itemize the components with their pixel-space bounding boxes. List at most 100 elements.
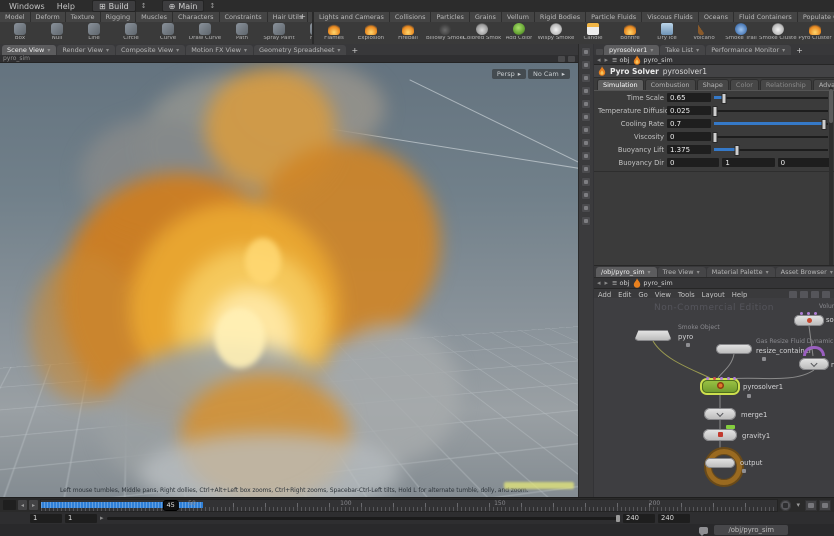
desktop-spinner[interactable]: ↕	[138, 2, 150, 10]
shelf-tool[interactable]: Smoke Cluster	[759, 23, 797, 42]
audio-button[interactable]	[780, 499, 792, 511]
shading-icon[interactable]	[581, 86, 591, 96]
camera-icon[interactable]	[581, 60, 591, 70]
handles-icon[interactable]	[581, 177, 591, 187]
node-merge1[interactable]	[704, 408, 736, 420]
slider-handle[interactable]	[821, 119, 827, 130]
tab-material-palette[interactable]: Material Palette ▾	[706, 267, 775, 277]
shelf-tab[interactable]: Vellum	[501, 12, 535, 22]
node-resize-container[interactable]	[716, 344, 752, 354]
shelf-tool[interactable]: Flames	[316, 23, 352, 42]
path-node[interactable]: pyro_sim	[633, 54, 673, 65]
node-gravity1[interactable]	[703, 429, 737, 441]
parameter-slider[interactable]	[714, 92, 830, 104]
node-pyrosolver1[interactable]	[702, 377, 738, 393]
radial-menu-selector[interactable]: ⊕ Main	[161, 0, 205, 12]
tab-asset-browser[interactable]: Asset Browser ▾	[775, 267, 834, 277]
playbar-display-options-button[interactable]	[805, 499, 817, 511]
node-name-field[interactable]: pyrosolver1	[663, 67, 707, 76]
back-icon[interactable]: ◂	[597, 56, 601, 64]
shelf-tool[interactable]: Font	[298, 23, 312, 42]
select-mode-icon[interactable]	[558, 55, 565, 62]
menu-windows[interactable]: Windows	[4, 2, 50, 11]
shelf-tab[interactable]: Rigging	[100, 12, 137, 22]
shelf-tool[interactable]: Path	[224, 23, 260, 42]
playback-end-field[interactable]: 240	[623, 513, 655, 523]
vector-field-y[interactable]: 1	[722, 158, 775, 167]
shelf-tab[interactable]: Particles	[431, 12, 470, 22]
display-options-icon[interactable]	[581, 138, 591, 148]
tab-relationship[interactable]: Relationship	[759, 79, 812, 90]
back-icon[interactable]: ◂	[597, 279, 601, 287]
vector-field-z[interactable]: 0	[777, 158, 830, 167]
perspective-view-button[interactable]: Persp ▸	[491, 69, 526, 79]
shelf-tab[interactable]: Texture	[65, 12, 101, 22]
shelf-tab[interactable]: Grains	[469, 12, 502, 22]
tab-scene-view[interactable]: Scene View ▾	[2, 45, 57, 55]
volume-display-icon[interactable]	[581, 203, 591, 213]
shelf-tool[interactable]: Box	[2, 23, 38, 42]
shelf-tool[interactable]: Circle	[113, 23, 149, 42]
tab-color[interactable]: Color	[729, 79, 759, 90]
parameter-value-field[interactable]: 0	[667, 132, 711, 141]
parameter-slider[interactable]	[712, 131, 830, 143]
add-shelf-tab-button[interactable]: +	[295, 12, 310, 21]
snapshot-icon[interactable]	[581, 112, 591, 122]
view-layout-icon[interactable]	[581, 47, 591, 57]
shelf-tool[interactable]: Volcano	[686, 23, 722, 42]
global-end-field[interactable]: 240	[658, 513, 690, 523]
add-pane-tab-button[interactable]: +	[792, 46, 807, 55]
shelf-tab[interactable]: Constraints	[219, 12, 268, 22]
shelf-tool[interactable]: Candle	[575, 23, 611, 42]
shelf-tab[interactable]: Populate Containers	[797, 12, 834, 22]
shelf-tab[interactable]: Viscous Fluids	[642, 12, 699, 22]
shelf-tool[interactable]: Curve	[150, 23, 186, 42]
shelf-tool[interactable]: Pyro Cluster	[797, 23, 833, 42]
group-display-icon[interactable]	[581, 190, 591, 200]
desktop-selector[interactable]: ⊞ Build	[91, 0, 136, 12]
message-log-icon[interactable]	[699, 526, 709, 536]
normals-display-icon[interactable]	[581, 164, 591, 174]
shelf-tool[interactable]: Explosion	[353, 23, 389, 42]
shelf-tab[interactable]: Fluid Containers	[734, 12, 798, 22]
parameter-scrollbar[interactable]	[829, 87, 833, 265]
tab-parameters-pyrosolver1[interactable]: pyrosolver1 ▾	[604, 45, 660, 55]
shelf-tool[interactable]: Fireball	[390, 23, 426, 42]
vector-field-x[interactable]: 0	[667, 158, 720, 167]
global-start-field[interactable]: 1	[30, 513, 62, 523]
step-back-button[interactable]: ◂	[18, 500, 27, 510]
shelf-tab[interactable]: Characters	[173, 12, 220, 22]
play-button[interactable]: ▸	[29, 500, 38, 510]
shelf-tool[interactable]: Line	[76, 23, 112, 42]
playback-range-slider[interactable]	[106, 514, 621, 522]
path-context[interactable]: ≡ obj	[612, 56, 629, 64]
network-graph[interactable]: Non-Commercial Edition Smoke Object pyro	[594, 298, 834, 498]
camera-selector-button[interactable]: No Cam ▸	[527, 69, 570, 79]
shelf-tool[interactable]: Billowy Smoke	[426, 23, 464, 42]
tab-motion-fx-view[interactable]: Motion FX View ▾	[186, 45, 253, 55]
shelf-tool[interactable]: Add Color	[501, 23, 537, 42]
tab-geometry-spreadsheet[interactable]: Geometry Spreadsheet ▾	[254, 45, 347, 55]
node-pyro[interactable]	[634, 330, 672, 341]
forward-icon[interactable]: ▸	[605, 56, 609, 64]
current-frame-field[interactable]	[3, 500, 16, 510]
radial-menu-spinner[interactable]: ↕	[206, 2, 218, 10]
shelf-tab[interactable]: Particle Fluids	[586, 12, 643, 22]
timeline-ruler[interactable]: 50 100 150 200 45	[40, 498, 779, 512]
grid-toggle-icon[interactable]	[581, 125, 591, 135]
parameter-value-field[interactable]: 1.375	[667, 145, 711, 154]
tab-network-pyro-sim[interactable]: /obj/pyro_sim ▾	[596, 267, 657, 277]
tab-render-view[interactable]: Render View ▾	[57, 45, 115, 55]
slider-handle[interactable]	[712, 106, 718, 117]
shelf-tool[interactable]: Draw Curve	[187, 23, 223, 42]
audio-dropdown-icon[interactable]: ▾	[793, 501, 803, 509]
shelf-tab[interactable]: Muscles	[136, 12, 174, 22]
tab-shape[interactable]: Shape	[696, 79, 729, 90]
current-path-button[interactable]: /obj/pyro_sim	[714, 525, 788, 535]
parameter-value-field[interactable]: 0.025	[667, 106, 711, 115]
tab-simulation[interactable]: Simulation	[597, 79, 644, 90]
shelf-tab[interactable]: Model	[0, 12, 31, 22]
parameter-slider[interactable]	[714, 118, 830, 130]
shelf-tab[interactable]: Deform	[30, 12, 66, 22]
add-pane-tab-button[interactable]: +	[347, 46, 362, 55]
